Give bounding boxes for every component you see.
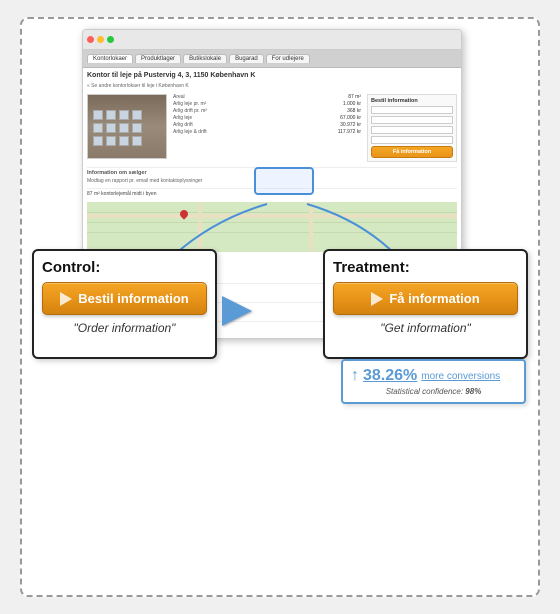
stats-percent: 38.26% bbox=[363, 367, 417, 385]
detail-leje: Arlig leje 67.000 kr bbox=[173, 115, 361, 121]
property-subtitle: « Se andre kontorlokaer til leje i Køben… bbox=[87, 83, 457, 89]
control-button[interactable]: Bestil information bbox=[42, 282, 207, 315]
field-bemerkning[interactable] bbox=[371, 136, 453, 144]
treatment-label: Treatment: bbox=[333, 259, 518, 276]
control-label: Control: bbox=[42, 259, 207, 276]
window bbox=[132, 123, 142, 133]
detail-leje-m2: Arlig leje pr. m² 1.000 kr bbox=[173, 101, 361, 107]
tab-bugarad[interactable]: Bugarad bbox=[229, 54, 264, 63]
middle-arrow bbox=[217, 296, 257, 326]
stats-main: ↑ 38.26% more conversions bbox=[351, 367, 516, 385]
control-box: Control: Bestil information "Order infor… bbox=[32, 249, 217, 359]
detail-total: Arlig leje & drift 117.972 kr bbox=[173, 129, 361, 135]
browser-dot-close bbox=[87, 36, 94, 43]
tab-forudlejere[interactable]: For udlejere bbox=[266, 54, 310, 63]
treatment-box: Treatment: Få information "Get informati… bbox=[323, 249, 528, 359]
window bbox=[106, 123, 116, 133]
detail-drift: Arlig drift 30.972 kr bbox=[173, 122, 361, 128]
sidebar-highlighted-button[interactable]: Få information bbox=[371, 146, 453, 158]
info-sidebar: Bestil information Få information bbox=[367, 94, 457, 162]
browser-nav bbox=[83, 30, 461, 50]
property-page-title: Kontor til leje på Pustervig 4, 3, 1150 … bbox=[87, 72, 457, 79]
map-road bbox=[87, 214, 457, 218]
browser-dot-max bbox=[107, 36, 114, 43]
control-button-text: Bestil information bbox=[78, 291, 189, 306]
detail-areal: Areal 87 m² bbox=[173, 94, 361, 100]
button-arrow-icon bbox=[371, 292, 383, 306]
tab-produktlager[interactable]: Produktlager bbox=[135, 54, 181, 63]
window bbox=[132, 136, 142, 146]
window bbox=[106, 110, 116, 120]
window bbox=[93, 110, 103, 120]
window bbox=[93, 123, 103, 133]
window bbox=[93, 136, 103, 146]
window bbox=[119, 123, 129, 133]
treatment-button[interactable]: Få information bbox=[333, 282, 518, 315]
property-details: Areal 87 m² Arlig leje pr. m² 1.000 kr A… bbox=[173, 94, 361, 162]
map-line bbox=[87, 212, 457, 213]
control-quote: "Order information" bbox=[42, 321, 207, 335]
window bbox=[106, 136, 116, 146]
confidence-value: 98% bbox=[465, 387, 481, 396]
main-container: Kontorlokaer Produktlager Butikslokale B… bbox=[20, 17, 540, 597]
field-navn[interactable] bbox=[371, 106, 453, 114]
treatment-button-text: Få information bbox=[389, 291, 479, 306]
building-windows bbox=[93, 110, 142, 146]
map-area bbox=[87, 202, 457, 252]
stats-more-conversions: more conversions bbox=[421, 371, 500, 382]
tab-butikslokale[interactable]: Butikslokale bbox=[183, 54, 227, 63]
content-row: Areal 87 m² Arlig leje pr. m² 1.000 kr A… bbox=[87, 94, 457, 162]
map-line bbox=[87, 232, 457, 233]
button-arrow-icon bbox=[60, 292, 72, 306]
window bbox=[132, 110, 142, 120]
stats-confidence: Statistical confidence: 98% bbox=[351, 387, 516, 396]
field-telefon[interactable] bbox=[371, 126, 453, 134]
map-road bbox=[198, 202, 202, 252]
map-road bbox=[309, 202, 313, 252]
window bbox=[119, 110, 129, 120]
property-image bbox=[87, 94, 167, 159]
treatment-quote: "Get information" bbox=[333, 321, 518, 335]
browser-dot-min bbox=[97, 36, 104, 43]
arrow-right-icon bbox=[222, 296, 252, 326]
sidebar-title: Bestil information bbox=[371, 98, 453, 104]
browser-tabs: Kontorlokaer Produktlager Butikslokale B… bbox=[83, 50, 461, 68]
field-firma[interactable] bbox=[371, 116, 453, 124]
map-line bbox=[87, 222, 457, 223]
stats-box: ↑ 38.26% more conversions Statistical co… bbox=[341, 359, 526, 404]
up-arrow-icon: ↑ bbox=[351, 367, 359, 385]
building-facade bbox=[88, 95, 166, 158]
window bbox=[119, 136, 129, 146]
highlight-circle bbox=[254, 167, 314, 195]
tab-kontorlokaer[interactable]: Kontorlokaer bbox=[87, 54, 133, 63]
detail-drift-m2: Arlig drift pr. m² 368 kr bbox=[173, 108, 361, 114]
